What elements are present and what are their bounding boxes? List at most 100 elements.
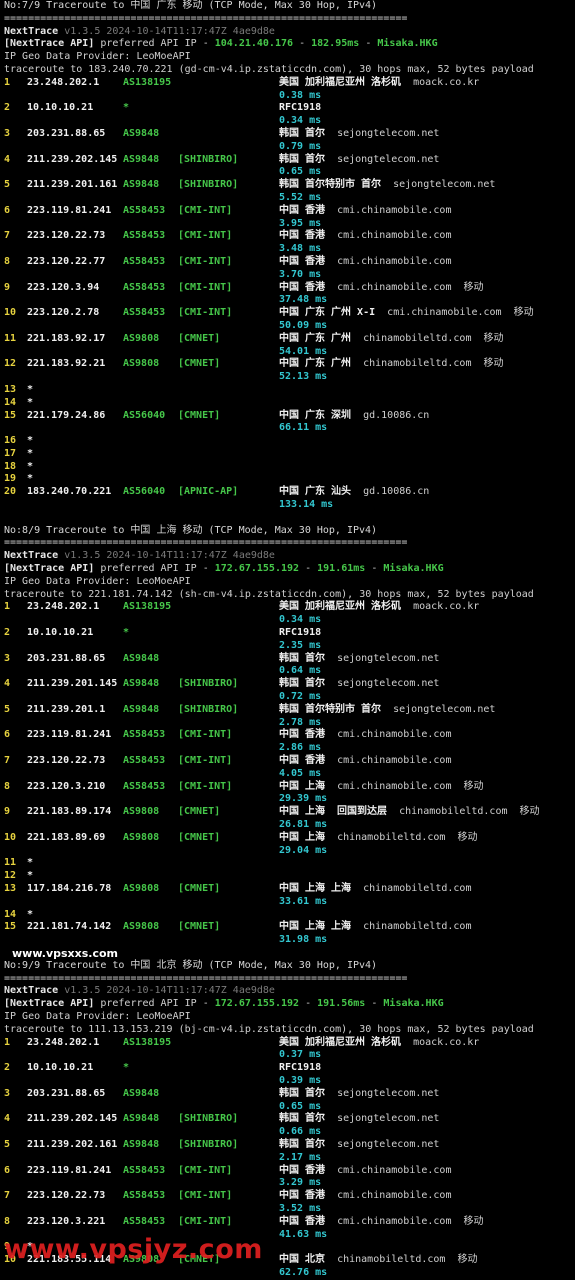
hop-number: 9 xyxy=(4,281,11,293)
hop-line: 7 223.120.22.73 AS58453 [CMI-INT] 中国 香港 cmi.… xyxy=(4,230,572,243)
hop-line: 10 221.183.89.69 AS9808 [CMNET] 中国 上海 chinam… xyxy=(4,832,572,845)
hop-isp: 移动 xyxy=(519,806,540,818)
hop-geo: 中国 香港 cmi.chinamobile.com xyxy=(279,729,451,742)
hop-host: chinamobileltd.com xyxy=(363,332,472,344)
hop-rtt: 3.29 ms xyxy=(279,1177,322,1189)
api-text: preferred API IP - xyxy=(100,998,209,1010)
api-prefix: [NextTrace API] xyxy=(4,998,95,1010)
hop-timeout: * xyxy=(27,857,34,869)
hop-line: 6 223.119.81.241 AS58453 [CMI-INT] 中国 香港 cmi… xyxy=(4,729,572,742)
hop-number: 6 xyxy=(4,729,11,741)
hop-ip: 203.231.88.65 xyxy=(27,127,106,139)
hop-row: 8 223.120.22.77 AS58453 [CMI-INT] 中国 香港 cmi.… xyxy=(4,256,572,282)
api-latency: 191.61ms xyxy=(317,563,366,575)
hop-line: 3 203.231.88.65 AS9848 韩国 首尔 sejongtelecom.… xyxy=(4,653,572,666)
api-sep: - xyxy=(371,998,378,1010)
hop-isp: 移动 xyxy=(463,281,484,293)
hop-tag: [CMNET] xyxy=(178,921,221,933)
hop-line: 12 * xyxy=(4,870,572,883)
hop-rtt: 29.39 ms xyxy=(279,793,328,805)
hop-geo: 韩国 首尔 sejongtelecom.net xyxy=(279,154,439,167)
hop-ip: 223.120.3.221 xyxy=(27,1215,106,1227)
hop-location: 中国 上海 xyxy=(279,831,326,843)
hop-line: 17 * xyxy=(4,448,572,461)
hop-row: 3 203.231.88.65 AS9848 韩国 首尔 sejongtelecom.… xyxy=(4,128,572,154)
hop-ip: 223.120.22.73 xyxy=(27,230,106,242)
hop-location: 中国 香港 xyxy=(279,204,326,216)
hop-isp: 移动 xyxy=(463,1215,484,1227)
hop-number: 10 xyxy=(4,831,17,843)
hop-row: 2 10.10.10.21 * RFC1918 0.34 ms xyxy=(4,102,572,128)
hop-row: 3 203.231.88.65 AS9848 韩国 首尔 sejongtelecom.… xyxy=(4,1088,572,1114)
hop-asn: AS9848 xyxy=(123,153,160,165)
hop-rtt-line: 0.34 ms xyxy=(4,115,572,128)
hop-row: 7 223.120.22.73 AS58453 [CMI-INT] 中国 香港 cmi.… xyxy=(4,1190,572,1216)
hop-rtt: 52.13 ms xyxy=(279,371,328,383)
hop-host: moack.co.kr xyxy=(413,601,480,613)
hop-number: 14 xyxy=(4,908,17,920)
hop-line: 1 23.248.202.1 AS138195 美国 加利福尼亚州 洛杉矶 moack… xyxy=(4,601,572,614)
watermark-vpsxxs: www.vpsxxs.com xyxy=(12,947,119,960)
hop-ip: 211.239.202.145 xyxy=(27,153,118,165)
hop-number: 2 xyxy=(4,627,11,639)
hop-row: 18 * xyxy=(4,461,572,474)
hop-rtt-line: 0.65 ms xyxy=(4,166,572,179)
hop-line: 20 183.240.70.221 AS56040 [APNIC-AP] 中国 广东 汕… xyxy=(4,486,572,499)
hop-line: 7 223.120.22.73 AS58453 [CMI-INT] 中国 香港 cmi.… xyxy=(4,1190,572,1203)
hop-number: 4 xyxy=(4,153,11,165)
hop-ip: 223.119.81.241 xyxy=(27,1164,112,1176)
hop-rtt: 0.65 ms xyxy=(279,166,322,178)
hop-ip: 211.239.202.145 xyxy=(27,1113,118,1125)
hop-rtt-line: 3.95 ms xyxy=(4,218,572,231)
hop-geo: 中国 香港 cmi.chinamobile.com xyxy=(279,205,451,218)
hop-host: chinamobileltd.com xyxy=(363,358,472,370)
hop-line: 5 211.239.201.161 AS9848 [SHINBIRO] 韩国 首尔特别市… xyxy=(4,179,572,192)
hop-row: 10 221.183.89.69 AS9808 [CMNET] 中国 上海 chinam… xyxy=(4,832,572,858)
hop-row: 1 23.248.202.1 AS138195 美国 加利福尼亚州 洛杉矶 moack… xyxy=(4,601,572,627)
hop-rtt: 0.34 ms xyxy=(279,115,322,127)
hop-number: 3 xyxy=(4,127,11,139)
hop-geo: 中国 香港 cmi.chinamobile.com 移动 xyxy=(279,1216,484,1229)
hop-line: 13 * xyxy=(4,384,572,397)
hop-ip: 203.231.88.65 xyxy=(27,652,106,664)
api-sep: - xyxy=(305,998,312,1010)
hop-line: 2 10.10.10.21 * RFC1918 xyxy=(4,102,572,115)
hop-asn: AS9848 xyxy=(123,127,160,139)
hop-tag: [CMNET] xyxy=(178,882,221,894)
geo-provider-text: IP Geo Data Provider: LeoMoeAPI xyxy=(4,51,191,63)
hop-rtt: 3.95 ms xyxy=(279,217,322,229)
section-title: No:8/9 Traceroute to 中国 上海 移动 (TCP Mode,… xyxy=(4,525,572,538)
hop-number: 13 xyxy=(4,383,17,395)
app-header: NextTrace v1.3.5 2024-10-14T11:17:47Z 4a… xyxy=(4,550,572,563)
hop-geo: 中国 香港 cmi.chinamobile.com xyxy=(279,1165,451,1178)
hop-number: 5 xyxy=(4,703,11,715)
hop-rtt-line: 3.29 ms xyxy=(4,1177,572,1190)
hop-asn: AS9848 xyxy=(123,1113,160,1125)
hop-number: 10 xyxy=(4,307,17,319)
hop-row: 2 10.10.10.21 * RFC1918 2.35 ms xyxy=(4,627,572,653)
hop-rtt: 0.72 ms xyxy=(279,691,322,703)
hop-asn: AS58453 xyxy=(123,281,166,293)
hop-line: 19 * xyxy=(4,473,572,486)
app-name: NextTrace xyxy=(4,550,59,562)
traceroute-line: traceroute to 183.240.70.221 (gd-cm-v4.i… xyxy=(4,64,572,77)
hop-rtt: 54.01 ms xyxy=(279,345,328,357)
hop-row: 13 117.184.216.78 AS9808 [CMNET] 中国 上海 上海 ch… xyxy=(4,883,572,909)
hop-tag: [SHINBIRO] xyxy=(178,153,239,165)
hop-number: 13 xyxy=(4,882,17,894)
hop-row: 16 * xyxy=(4,435,572,448)
hop-isp: 移动 xyxy=(483,358,504,370)
hop-ip: 221.181.74.142 xyxy=(27,921,112,933)
hop-number: 3 xyxy=(4,652,11,664)
traceroute-text: traceroute to 111.13.153.219 (bj-cm-v4.i… xyxy=(4,1023,534,1035)
hop-rtt: 0.79 ms xyxy=(279,140,322,152)
hop-row: 12 * xyxy=(4,870,572,883)
title-text: No:7/9 Traceroute to 中国 广东 移动 (TCP Mode,… xyxy=(4,0,378,11)
hop-rtt: 0.34 ms xyxy=(279,614,322,626)
hop-tag: [SHINBIRO] xyxy=(178,1138,239,1150)
hop-location: 中国 上海 xyxy=(279,780,326,792)
hop-ip: 223.119.81.241 xyxy=(27,729,112,741)
separator: ========================================… xyxy=(4,537,572,550)
hop-number: 6 xyxy=(4,204,11,216)
hop-isp: 移动 xyxy=(463,780,484,792)
